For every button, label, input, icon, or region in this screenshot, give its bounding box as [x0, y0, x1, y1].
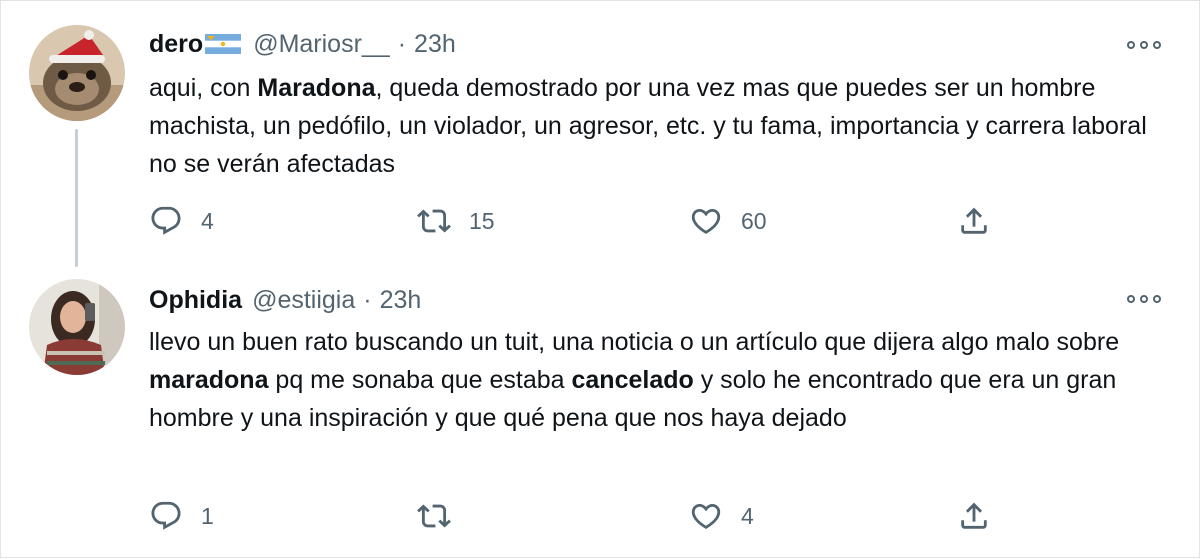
bold-keyword: Maradona	[257, 74, 376, 102]
like-count: 60	[741, 207, 767, 234]
share-icon	[961, 502, 987, 529]
like-button[interactable]: 4	[689, 496, 754, 536]
user-handle[interactable]: @Mariosr__	[253, 30, 390, 59]
tweet-actions: 1 4	[149, 496, 999, 536]
retweet-button[interactable]: 15	[417, 201, 495, 241]
display-name[interactable]: dero	[149, 30, 203, 59]
user-handle[interactable]: @estiigia	[252, 286, 355, 315]
tweet[interactable]: Ophidia @estiigia · 23h llevo un buen ra…	[1, 271, 1200, 559]
tweet-header: dero @Mariosr__ · 23h	[149, 28, 456, 60]
tweet-text: llevo un buen rato buscando un tuit, una…	[149, 328, 1120, 432]
argentina-flag-icon	[205, 34, 242, 54]
avatar[interactable]	[29, 25, 125, 121]
tweet-actions: 4 15 60	[149, 201, 999, 241]
timestamp[interactable]: 23h	[380, 286, 422, 315]
retweet-button[interactable]	[417, 496, 469, 536]
retweet-icon	[417, 209, 451, 233]
timestamp[interactable]: 23h	[414, 30, 456, 59]
display-name[interactable]: Ophidia	[149, 286, 242, 315]
avatar-otter-image	[29, 25, 125, 121]
more-icon[interactable]	[1127, 289, 1161, 309]
separator-dot: ·	[363, 285, 372, 314]
reply-count: 4	[201, 207, 214, 234]
share-icon	[961, 207, 987, 234]
share-button[interactable]	[957, 496, 991, 536]
reply-button[interactable]: 4	[149, 201, 214, 241]
reply-button[interactable]: 1	[149, 496, 214, 536]
tweet-text: aqui, con Maradona, queda demostrado por…	[149, 74, 1147, 178]
tweet-header: Ophidia @estiigia · 23h	[149, 284, 421, 316]
reply-icon	[151, 501, 181, 530]
like-button[interactable]: 60	[689, 201, 767, 241]
bold-keyword: maradona	[149, 366, 269, 394]
reply-count: 1	[201, 502, 214, 529]
share-button[interactable]	[957, 201, 991, 241]
like-count: 4	[741, 502, 754, 529]
avatar-selfie-image	[29, 279, 125, 375]
retweet-icon	[417, 504, 451, 528]
tweet-thread-card: dero @Mariosr__ · 23h aqui, con Maradona…	[0, 0, 1200, 558]
tweet[interactable]: dero @Mariosr__ · 23h aqui, con Maradona…	[1, 1, 1200, 267]
separator-dot: ·	[397, 29, 407, 58]
bold-keyword: cancelado	[571, 366, 694, 394]
retweet-count: 15	[469, 207, 495, 234]
reply-icon	[151, 206, 181, 235]
avatar[interactable]	[29, 279, 125, 375]
heart-icon	[691, 503, 721, 529]
more-icon[interactable]	[1127, 35, 1161, 55]
heart-icon	[691, 208, 721, 234]
